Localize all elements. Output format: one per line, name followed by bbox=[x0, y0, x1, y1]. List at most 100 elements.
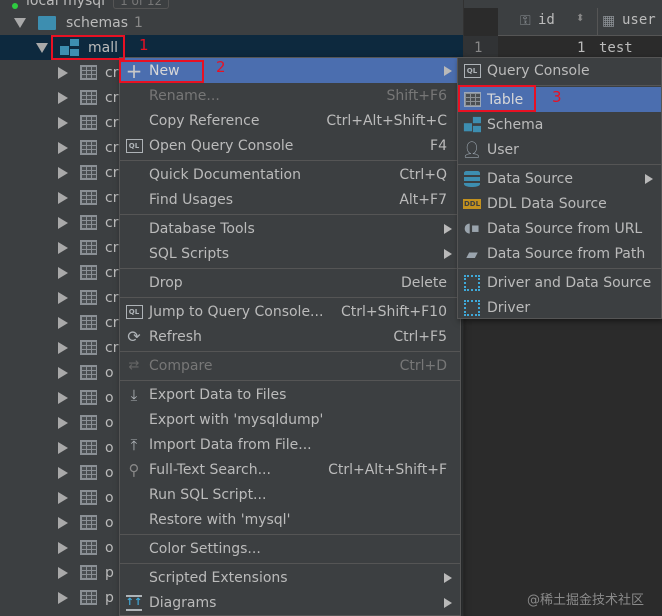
menu-item-label: Data Source from Path bbox=[487, 245, 646, 262]
menu-item-shortcut: Ctrl+Q bbox=[399, 166, 447, 183]
plug-icon: ◖▪ bbox=[464, 221, 480, 236]
cell-id[interactable]: 1 bbox=[577, 40, 585, 56]
menu-item-label: Jump to Query Console... bbox=[149, 303, 324, 320]
chevron-right-icon[interactable] bbox=[58, 141, 68, 154]
driver-icon bbox=[463, 299, 481, 317]
menu-item-refresh[interactable]: ⟳ Refresh Ctrl+F5 bbox=[120, 324, 460, 349]
chevron-right-icon[interactable] bbox=[58, 116, 68, 129]
menu-item-shortcut: Alt+F7 bbox=[399, 191, 447, 208]
menu-item-rename[interactable]: Rename... Shift+F6 bbox=[120, 83, 460, 108]
menu-item-jump-to-query-console[interactable]: QL Jump to Query Console... Ctrl+Shift+F10 bbox=[120, 299, 460, 324]
export-icon: ⤓ bbox=[130, 385, 138, 404]
table-icon bbox=[80, 215, 97, 230]
chevron-right-icon[interactable] bbox=[58, 591, 68, 604]
column-header-user[interactable]: user bbox=[622, 12, 656, 28]
menu-item-label: DDL Data Source bbox=[487, 195, 607, 212]
chevron-right-icon[interactable] bbox=[58, 516, 68, 529]
table-icon bbox=[80, 90, 97, 105]
cell-user[interactable]: test bbox=[599, 40, 633, 56]
column-header-id[interactable]: id bbox=[538, 12, 555, 28]
folder-icon bbox=[38, 15, 56, 30]
chevron-right-icon[interactable] bbox=[58, 366, 68, 379]
table-icon bbox=[80, 265, 97, 280]
menu-item-database-tools[interactable]: Database Tools bbox=[120, 216, 460, 241]
chevron-right-icon[interactable] bbox=[58, 66, 68, 79]
submenu-item-data-source-from-path[interactable]: ▰ Data Source from Path bbox=[458, 241, 661, 266]
table-icon bbox=[80, 140, 97, 155]
submenu-item-data-source-from-url[interactable]: ◖▪ Data Source from URL bbox=[458, 216, 661, 241]
chevron-right-icon[interactable] bbox=[58, 541, 68, 554]
menu-item-export-data-to-files[interactable]: ⤓ Export Data to Files bbox=[120, 382, 460, 407]
menu-item-label: Compare bbox=[149, 357, 213, 374]
submenu-item-ddl-data-source[interactable]: DDL DDL Data Source bbox=[458, 191, 661, 216]
menu-item-shortcut: Delete bbox=[401, 274, 447, 291]
menu-separator bbox=[120, 268, 460, 269]
chevron-right-icon[interactable] bbox=[58, 91, 68, 104]
menu-item-drop[interactable]: Drop Delete bbox=[120, 270, 460, 295]
chevron-right-icon[interactable] bbox=[58, 416, 68, 429]
chevron-right-icon[interactable] bbox=[58, 566, 68, 579]
menu-item-label: Rename... bbox=[149, 87, 220, 104]
chevron-right-icon[interactable] bbox=[58, 291, 68, 304]
menu-item-export-with-mysqldump[interactable]: Export with 'mysqldump' bbox=[120, 407, 460, 432]
chevron-right-icon[interactable] bbox=[58, 316, 68, 329]
menu-item-sql-scripts[interactable]: SQL Scripts bbox=[120, 241, 460, 266]
menu-item-label: Scripted Extensions bbox=[149, 569, 288, 586]
table-label: cr bbox=[105, 264, 119, 281]
chevron-right-icon[interactable] bbox=[58, 216, 68, 229]
submenu-item-data-source[interactable]: Data Source bbox=[458, 166, 661, 191]
menu-item-copy-reference[interactable]: Copy Reference Ctrl+Alt+Shift+C bbox=[120, 108, 460, 133]
menu-separator bbox=[458, 268, 661, 269]
primary-key-column-icon: ⚿ bbox=[520, 13, 531, 29]
menu-item-run-sql-script[interactable]: Run SQL Script... bbox=[120, 482, 460, 507]
menu-item-import-data-from-file[interactable]: ⤒ Import Data from File... bbox=[120, 432, 460, 457]
context-menu: + New Rename... Shift+F6 Copy Reference Ctrl+… bbox=[119, 57, 461, 616]
menu-item-find-usages[interactable]: Find Usages Alt+F7 bbox=[120, 187, 460, 212]
submenu-item-user[interactable]: 👤︎ User bbox=[458, 137, 661, 162]
tree-item-schemas[interactable]: schemas 1 bbox=[0, 10, 463, 35]
chevron-right-icon[interactable] bbox=[58, 191, 68, 204]
annotation-box-1 bbox=[51, 35, 125, 60]
menu-item-label: Import Data from File... bbox=[149, 436, 312, 453]
chevron-right-icon[interactable] bbox=[58, 491, 68, 504]
chevron-down-icon[interactable] bbox=[14, 17, 26, 28]
chevron-right-icon[interactable] bbox=[58, 266, 68, 279]
chevron-right-icon[interactable] bbox=[58, 241, 68, 254]
chevron-right-icon[interactable] bbox=[58, 441, 68, 454]
table-icon bbox=[80, 590, 97, 605]
menu-item-label: Data Source bbox=[487, 170, 573, 187]
menu-item-color-settings[interactable]: Color Settings... bbox=[120, 536, 460, 561]
connected-status-icon bbox=[12, 2, 18, 9]
chevron-right-icon[interactable] bbox=[58, 341, 68, 354]
submenu-item-driver[interactable]: Driver bbox=[458, 295, 661, 320]
menu-separator bbox=[120, 380, 460, 381]
annotation-number-3: 3 bbox=[552, 88, 562, 106]
chevron-right-icon[interactable] bbox=[58, 391, 68, 404]
menu-item-label: Quick Documentation bbox=[149, 166, 301, 183]
table-icon bbox=[80, 515, 97, 530]
submenu-arrow-icon bbox=[444, 223, 452, 234]
menu-item-quick-documentation[interactable]: Quick Documentation Ctrl+Q bbox=[120, 162, 460, 187]
menu-separator bbox=[120, 297, 460, 298]
menu-item-shortcut: Ctrl+Alt+Shift+C bbox=[326, 112, 447, 129]
menu-item-restore-with-mysql[interactable]: Restore with 'mysql' bbox=[120, 507, 460, 532]
query-console-icon: QL bbox=[125, 137, 143, 155]
table-icon bbox=[80, 165, 97, 180]
submenu-item-schema[interactable]: Schema bbox=[458, 112, 661, 137]
submenu-item-query-console[interactable]: QL Query Console bbox=[458, 58, 661, 83]
table-label: o bbox=[105, 364, 114, 381]
menu-item-diagrams[interactable]: ↑↑ Diagrams bbox=[120, 590, 460, 615]
folder-open-icon: ▰ bbox=[466, 244, 478, 263]
chevron-right-icon[interactable] bbox=[58, 166, 68, 179]
chevron-down-icon[interactable] bbox=[36, 42, 48, 53]
search-icon: ⚲ bbox=[128, 460, 140, 479]
menu-item-open-query-console[interactable]: QL Open Query Console F4 bbox=[120, 133, 460, 158]
sort-icon[interactable]: ⬍ bbox=[576, 13, 584, 24]
chevron-right-icon[interactable] bbox=[58, 466, 68, 479]
menu-item-compare[interactable]: ⇄ Compare Ctrl+D bbox=[120, 353, 460, 378]
submenu-arrow-icon bbox=[444, 65, 452, 76]
menu-item-full-text-search[interactable]: ⚲ Full-Text Search... Ctrl+Alt+Shift+F bbox=[120, 457, 460, 482]
table-icon bbox=[80, 65, 97, 80]
menu-item-scripted-extensions[interactable]: Scripted Extensions bbox=[120, 565, 460, 590]
submenu-item-driver-and-data-source[interactable]: Driver and Data Source bbox=[458, 270, 661, 295]
